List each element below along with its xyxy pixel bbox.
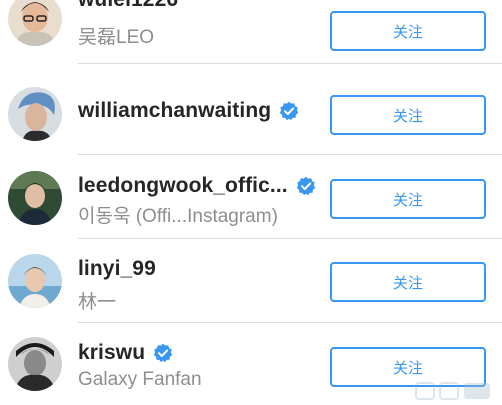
avatar[interactable] <box>8 0 62 46</box>
full-name: 吴磊LEO <box>78 27 155 48</box>
full-name: 이동욱 (Offi...Instagram) <box>78 206 278 227</box>
username[interactable]: linyi_99 <box>78 257 156 281</box>
follow-button[interactable]: 关注 <box>330 179 486 219</box>
follow-button[interactable]: 关注 <box>330 11 486 51</box>
username[interactable]: williamchanwaiting <box>78 99 271 123</box>
user-row-wulei1226[interactable]: wulei1226 吴磊LEO 关注 <box>0 0 502 64</box>
username[interactable]: leedongwook_offic... <box>78 174 288 198</box>
full-name: Galaxy Fanfan <box>78 369 202 390</box>
avatar[interactable] <box>8 337 62 391</box>
username[interactable]: wulei1226 <box>78 0 178 12</box>
verified-badge-icon <box>296 176 315 196</box>
divider <box>78 63 502 64</box>
suggested-users-list: wulei1226 吴磊LEO 关注 williamchanwaiting 关注 <box>0 0 502 405</box>
verified-badge-icon <box>279 101 299 121</box>
verified-badge-icon <box>153 343 173 363</box>
avatar[interactable] <box>8 171 62 225</box>
full-name: 林一 <box>78 292 117 313</box>
avatar[interactable] <box>8 254 62 308</box>
follow-button[interactable]: 关注 <box>330 95 486 135</box>
user-row-linyi_99[interactable]: linyi_99 林一 关注 <box>0 239 502 323</box>
avatar[interactable] <box>8 87 62 141</box>
user-row-williamchanwaiting[interactable]: williamchanwaiting 关注 <box>0 71 502 155</box>
user-row-leedongwook[interactable]: leedongwook_offic... 이동욱 (Offi...Instagr… <box>0 155 502 239</box>
follow-button[interactable]: 关注 <box>330 262 486 302</box>
username[interactable]: kriswu <box>78 341 145 365</box>
watermark-logo <box>415 382 490 400</box>
